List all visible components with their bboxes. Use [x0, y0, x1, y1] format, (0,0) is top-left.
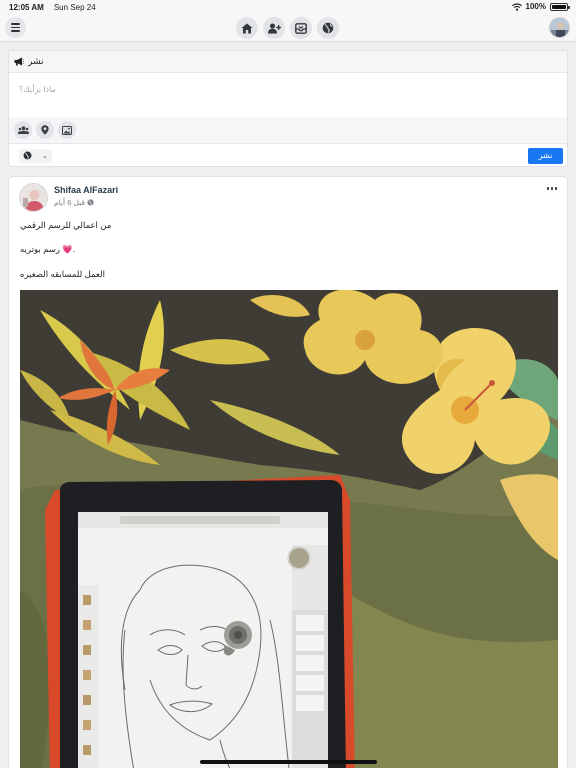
profile-avatar[interactable]	[549, 17, 570, 38]
post-text-line: رسم بوتريه 💗.	[20, 244, 76, 254]
status-time: 12:05 AM	[9, 3, 44, 12]
battery-icon	[550, 2, 570, 11]
inbox-icon[interactable]	[290, 17, 312, 39]
megaphone-icon	[14, 57, 24, 66]
add-friend-icon[interactable]	[263, 17, 285, 39]
composer-footer: ⌄ نشر	[9, 143, 567, 166]
post-text-line: العمل للمسابقه الصغيره	[20, 269, 105, 279]
chevron-down-icon: ⌄	[42, 152, 48, 160]
nav-icons	[236, 17, 339, 39]
status-date: Sun Sep 24	[53, 3, 96, 12]
battery-percent: 100%	[525, 2, 546, 11]
location-pin-icon[interactable]	[36, 121, 54, 139]
status-input[interactable]: ماذا برأيك؟	[9, 73, 567, 117]
post-text-line: من اعمالي للرسم الرقمي	[20, 220, 112, 230]
top-navigation-bar	[0, 14, 576, 42]
composer-tools	[9, 117, 567, 143]
globe-icon[interactable]	[317, 17, 339, 39]
wifi-icon	[511, 2, 522, 11]
post-meta: قبل 6 أيام	[54, 198, 94, 207]
users-icon[interactable]	[14, 121, 32, 139]
home-indicator	[200, 760, 377, 764]
post-card: Shifaa AlFazari قبل 6 أيام من اعمالي للر…	[8, 176, 568, 768]
globe-icon	[23, 151, 32, 160]
post-composer: نشر ماذا برأيك؟ ⌄ نشر	[8, 50, 568, 167]
composer-title: نشر	[28, 56, 44, 66]
privacy-select[interactable]: ⌄	[19, 148, 52, 163]
composer-header: نشر	[9, 51, 567, 73]
status-bar: 12:05 AM Sun Sep 24 100%	[0, 0, 576, 14]
globe-icon	[87, 199, 94, 206]
hamburger-icon[interactable]	[5, 17, 26, 38]
post-time[interactable]: قبل 6 أيام	[54, 198, 85, 207]
post-photo[interactable]	[20, 290, 558, 768]
publish-button[interactable]: نشر	[528, 147, 563, 164]
image-icon[interactable]	[58, 121, 76, 139]
post-author-name[interactable]: Shifaa AlFazari	[54, 185, 118, 195]
post-author-avatar[interactable]	[19, 183, 48, 212]
home-icon[interactable]	[236, 17, 258, 39]
more-options-icon[interactable]	[546, 187, 557, 190]
